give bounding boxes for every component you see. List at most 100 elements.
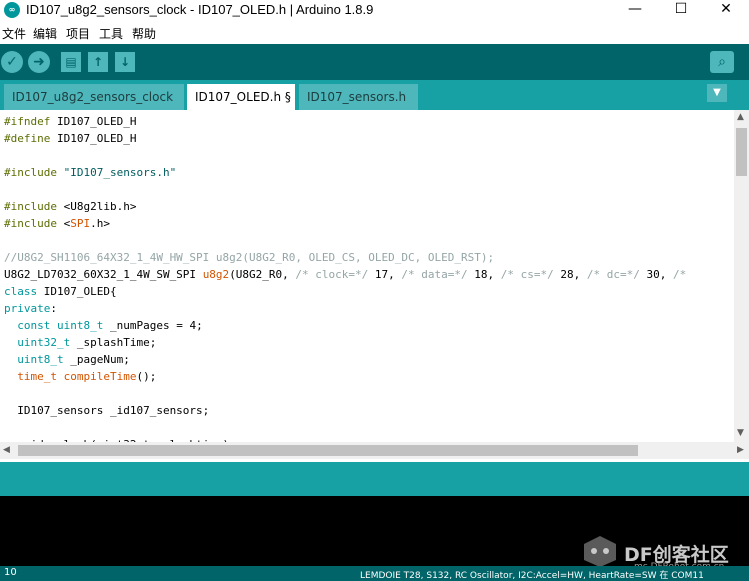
code-token: ID107_OLED_H [50, 132, 137, 145]
code-token: //U8G2_SH1106_64X32_1_4W_HW_SPI u8g2(U8G… [4, 251, 495, 264]
maximize-button[interactable]: ☐ [658, 0, 704, 20]
new-sketch-icon[interactable]: ▤ [61, 52, 81, 72]
code-token: _pageNum; [63, 353, 130, 366]
menu-bar: 文件 编辑 项目 工具 帮助 [0, 22, 749, 44]
code-token: ID107_sensors _id107_sensors; [4, 404, 210, 417]
menu-file[interactable]: 文件 [2, 25, 26, 42]
code-token: "ID107_sensors.h" [63, 166, 177, 179]
code-token: #ifndef [4, 115, 51, 128]
code-line[interactable]: #define ID107_OLED_H [4, 130, 136, 147]
code-token: < [56, 217, 71, 230]
code-token: /* cs=*/ [500, 268, 554, 281]
vertical-scrollbar[interactable]: ▲ ▼ [734, 110, 749, 442]
code-line[interactable]: uint32_t _splashTime; [4, 334, 156, 351]
code-line[interactable]: const uint8_t _numPages = 4; [4, 317, 203, 334]
code-token: 17, [368, 268, 402, 281]
scroll-up-icon[interactable]: ▲ [737, 112, 744, 122]
title-bar: ∞ ID107_u8g2_sensors_clock - ID107_OLED.… [0, 0, 749, 20]
code-token: #define [4, 132, 51, 145]
code-token: /* clock=*/ [295, 268, 369, 281]
code-line[interactable]: U8G2_LD7032_60X32_1_4W_SW_SPI u8g2(U8G2_… [4, 266, 686, 283]
minimize-button[interactable]: — [612, 0, 658, 20]
message-area [0, 462, 749, 496]
code-token: uint8_t [17, 353, 64, 366]
code-line[interactable]: #ifndef ID107_OLED_H [4, 113, 136, 130]
code-token: #include [4, 217, 57, 230]
open-sketch-icon[interactable]: ↑ [88, 52, 108, 72]
scroll-right-icon[interactable]: ▶ [737, 445, 744, 455]
horizontal-scrollbar[interactable]: ◀ ▶ [0, 442, 749, 459]
upload-icon[interactable]: ➜ [28, 51, 50, 73]
code-token: ID107_OLED_H [50, 115, 137, 128]
code-token: (); [136, 370, 157, 383]
tab-menu-icon[interactable]: ▼ [707, 84, 727, 102]
code-token: 30, [639, 268, 673, 281]
save-sketch-icon[interactable]: ↓ [115, 52, 135, 72]
code-line[interactable]: time_t compileTime(); [4, 368, 156, 385]
code-token: <U8g2lib.h> [56, 200, 137, 213]
code-line[interactable]: uint8_t _pageNum; [4, 351, 130, 368]
menu-tools[interactable]: 工具 [99, 25, 123, 42]
scroll-left-icon[interactable]: ◀ [3, 445, 10, 455]
watermark: DF创客社区 mc.DFRobot.com.cn [580, 534, 729, 572]
code-token: /* [672, 268, 687, 281]
code-token: uint32_t [17, 336, 71, 349]
code-line[interactable]: ID107_sensors _id107_sensors; [4, 402, 209, 419]
code-token: uint8_t [57, 319, 104, 332]
code-line[interactable]: //U8G2_SH1106_64X32_1_4W_HW_SPI u8g2(U8G… [4, 249, 494, 266]
code-token: #include [4, 166, 57, 179]
window-title: ID107_u8g2_sensors_clock - ID107_OLED.h … [26, 2, 374, 17]
code-token: _splashTime; [70, 336, 157, 349]
menu-edit[interactable]: 编辑 [33, 25, 57, 42]
code-token: 28, [553, 268, 587, 281]
code-token: #include [4, 200, 57, 213]
code-line[interactable]: class ID107_OLED{ [4, 283, 117, 300]
code-editor[interactable]: #ifndef ID107_OLED_H #define ID107_OLED_H… [0, 110, 734, 442]
code-line[interactable]: private: [4, 300, 57, 317]
tab-sketch-main[interactable]: ID107_u8g2_sensors_clock [4, 84, 184, 110]
code-token: /* dc=*/ [586, 268, 640, 281]
menu-sketch[interactable]: 项目 [66, 25, 90, 42]
code-token: _numPages = 4; [103, 319, 203, 332]
status-bar: 10 LEMDOIE T28, S132, RC Oscillator, I2C… [0, 566, 749, 581]
board-info: LEMDOIE T28, S132, RC Oscillator, I2C:Ac… [360, 571, 704, 581]
code-token: 18, [467, 268, 501, 281]
code-line[interactable]: #include <SPI.h> [4, 215, 110, 232]
code-token: time_t [17, 370, 57, 383]
scroll-down-icon[interactable]: ▼ [737, 428, 744, 438]
arduino-logo-icon: ∞ [4, 2, 20, 18]
vertical-scroll-thumb[interactable] [736, 128, 747, 176]
tab-sensors-header[interactable]: ID107_sensors.h [299, 84, 418, 110]
code-token: u8g2 [202, 268, 230, 281]
line-number: 10 [4, 567, 17, 578]
tab-oled-header[interactable]: ID107_OLED.h § [187, 84, 295, 110]
toolbar: ✓ ➜ ▤ ↑ ↓ ⌕ [0, 44, 749, 80]
code-token: (U8G2_R0, [229, 268, 296, 281]
code-token: .h> [90, 217, 110, 230]
code-token: /* data=*/ [401, 268, 468, 281]
code-line[interactable]: #include "ID107_sensors.h" [4, 164, 176, 181]
code-token: private [4, 302, 51, 315]
robot-logo-icon [584, 536, 616, 567]
code-token: SPI [70, 217, 91, 230]
serial-monitor-icon[interactable]: ⌕ [710, 51, 734, 73]
code-token: ID107_OLED{ [37, 285, 117, 298]
verify-icon[interactable]: ✓ [1, 51, 23, 73]
menu-help[interactable]: 帮助 [132, 25, 156, 42]
code-token: compileTime [63, 370, 137, 383]
horizontal-scroll-thumb[interactable] [18, 445, 638, 456]
code-token: class [4, 285, 38, 298]
tab-bar: ID107_u8g2_sensors_clock ID107_OLED.h § … [0, 80, 749, 110]
code-line[interactable]: #include <U8g2lib.h> [4, 198, 136, 215]
code-token: U8G2_LD7032_60X32_1_4W_SW_SPI [4, 268, 203, 281]
close-button[interactable]: ✕ [703, 0, 749, 20]
code-token: const [17, 319, 51, 332]
code-token: : [50, 302, 57, 315]
